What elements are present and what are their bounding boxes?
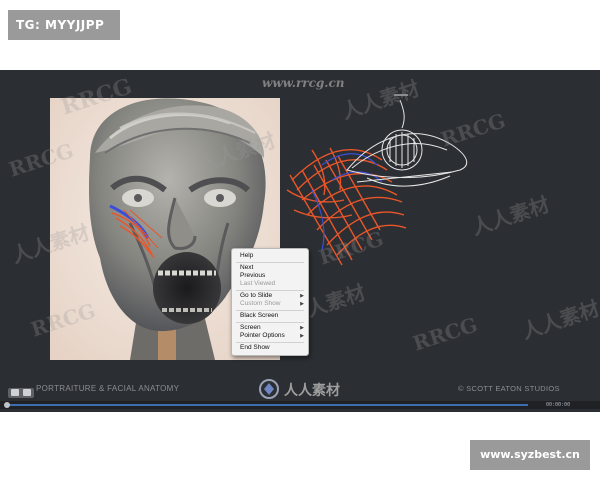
menu-item-screen[interactable]: Screen ▶ <box>240 324 306 332</box>
slide-footer-right: © SCOTT EATON STUDIOS <box>458 384 560 393</box>
menu-separator <box>236 322 304 323</box>
sketch-annotation <box>286 94 468 266</box>
slideshow-stage: www.rrcg.cn RRCG 人人素材 RRCG RRCG 人人素材 人人素… <box>0 70 600 412</box>
menu-item-black-screen[interactable]: Black Screen <box>240 312 306 320</box>
slide-footer-left: PORTRAITURE & FACIAL ANATOMY <box>36 384 180 393</box>
menu-item-next[interactable]: Next <box>240 264 306 272</box>
player-bar[interactable]: 00:00:00 <box>0 401 600 409</box>
time-readout: 00:00:00 <box>546 402 571 408</box>
submenu-arrow-icon: ▶ <box>300 325 304 331</box>
slide-nav-icon[interactable] <box>11 389 19 396</box>
menu-item-last-viewed: Last Viewed <box>240 280 276 287</box>
submenu-arrow-icon: ▶ <box>300 293 304 299</box>
menu-item-previous[interactable]: Previous <box>240 272 306 280</box>
menu-item-label: Screen <box>240 324 261 331</box>
site-watermark: www.rrcg.cn <box>262 76 345 90</box>
menu-separator <box>236 290 304 291</box>
menu-separator <box>236 262 304 263</box>
center-logo-text: 人人素材 <box>284 383 340 399</box>
logo-icon <box>259 379 279 399</box>
brand-watermark: RRCG <box>409 312 481 356</box>
menu-separator <box>236 342 304 343</box>
menu-item-end-show[interactable]: End Show <box>240 344 306 352</box>
playhead-icon[interactable] <box>4 402 10 408</box>
menu-separator <box>236 310 304 311</box>
menu-item-custom-show: Custom Show ▶ <box>240 300 306 308</box>
bottom-tag: www.syzbest.cn <box>470 440 590 470</box>
menu-item-pointer-options[interactable]: Pointer Options ▶ <box>240 332 306 340</box>
submenu-arrow-icon: ▶ <box>300 333 304 339</box>
center-logo: 人人素材 <box>258 378 408 402</box>
progress-track[interactable] <box>8 404 528 406</box>
submenu-arrow-icon: ▶ <box>300 301 304 307</box>
slide-nav-controls[interactable] <box>8 388 34 398</box>
slide-nav-icon[interactable] <box>23 389 31 396</box>
cn-watermark: 人人素材 <box>518 296 600 344</box>
menu-item-label: Pointer Options <box>240 332 285 339</box>
menu-item-help[interactable]: Help <box>240 252 306 260</box>
menu-item-label: Custom Show <box>240 300 281 307</box>
menu-item-go-to-slide[interactable]: Go to Slide ▶ <box>240 292 306 300</box>
context-menu[interactable]: Help Next Previous Last Viewed Go to Sli… <box>231 248 309 356</box>
top-tag: TG: MYYJJPP <box>8 10 120 40</box>
menu-item-label: Go to Slide <box>240 292 273 299</box>
